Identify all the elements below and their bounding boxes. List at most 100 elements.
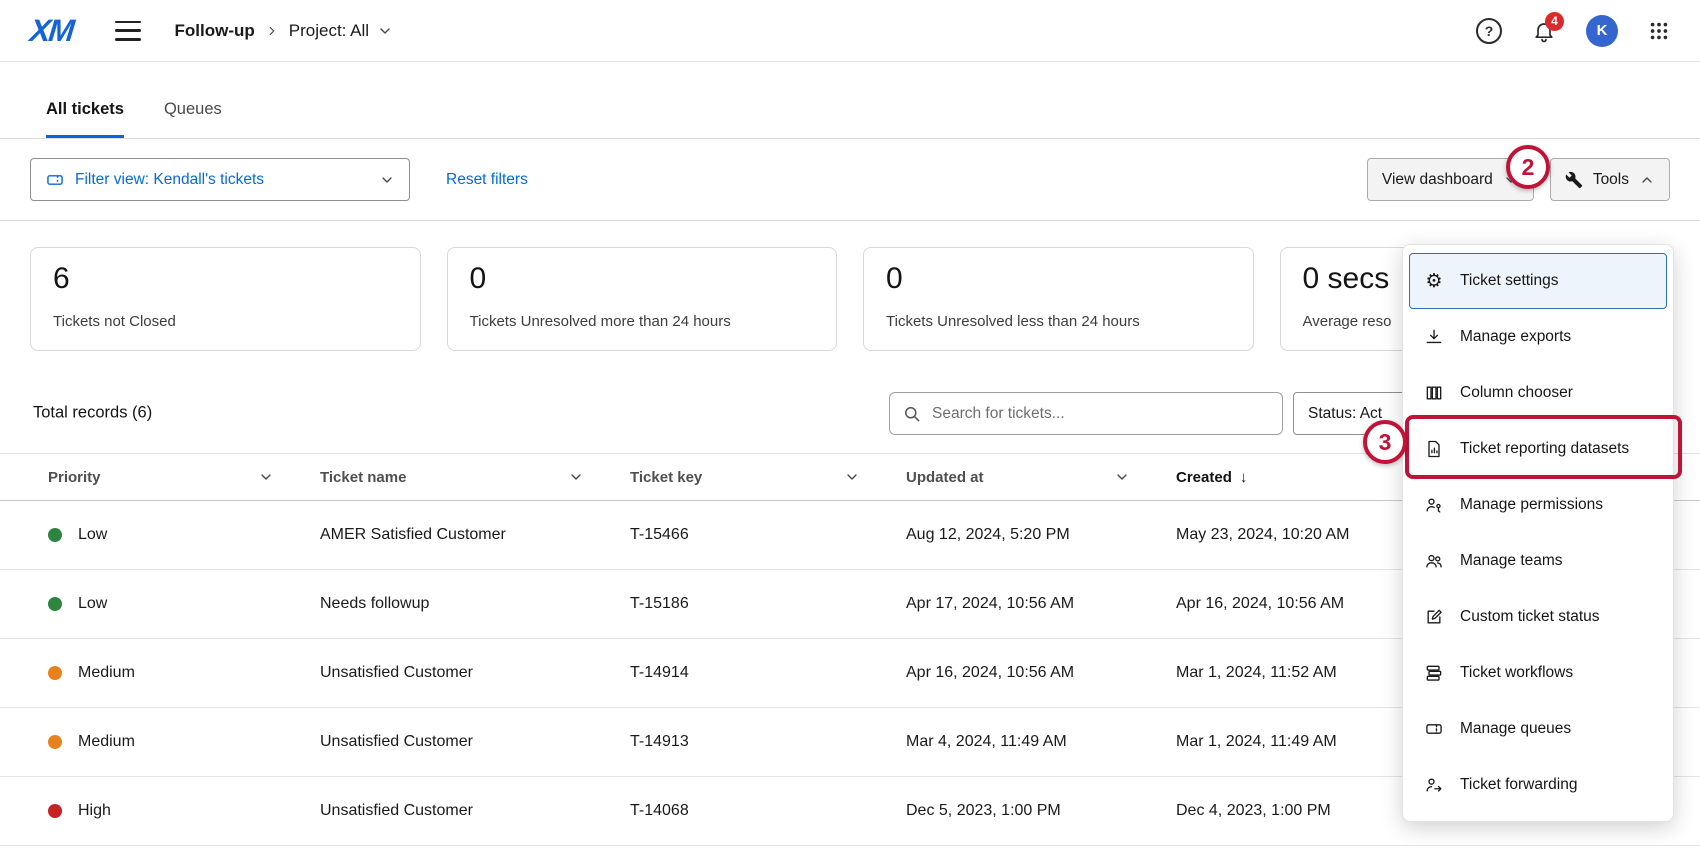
updated-at-cell: Dec 5, 2023, 1:00 PM [906, 802, 1176, 820]
menu-item-ticket-forwarding[interactable]: Ticket forwarding [1409, 757, 1667, 813]
menu-item-manage-queues[interactable]: Manage queues [1409, 701, 1667, 757]
chevron-down-icon [568, 469, 584, 485]
updated-at-cell: Apr 16, 2024, 10:56 AM [906, 664, 1176, 682]
ticket-key-cell: T-15186 [630, 595, 906, 613]
priority-cell: Medium [48, 664, 320, 682]
edit-icon [1422, 607, 1446, 627]
breadcrumb: Follow-up Project: All [175, 21, 394, 41]
menu-item-ticket-reporting-datasets[interactable]: Ticket reporting datasets [1409, 421, 1667, 477]
ticket-key-cell: T-15466 [630, 526, 906, 544]
ticket-icon [45, 170, 65, 190]
priority-label: High [78, 802, 111, 820]
xm-logo: XM [28, 13, 74, 49]
priority-dot [48, 528, 62, 542]
menu-item-manage-exports[interactable]: Manage exports [1409, 309, 1667, 365]
top-bar: XM Follow-up Project: All ? 4 [0, 0, 1700, 62]
stat-label: Tickets not Closed [53, 313, 398, 336]
updated-at-cell: Aug 12, 2024, 5:20 PM [906, 526, 1176, 544]
project-scope-dropdown[interactable]: Project: All [289, 21, 393, 41]
apps-grid-icon[interactable] [1648, 20, 1670, 42]
chevron-down-icon [377, 23, 393, 39]
menu-item-ticket-workflows[interactable]: Ticket workflows [1409, 645, 1667, 701]
reset-filters-link[interactable]: Reset filters [446, 171, 528, 189]
ticket-search [889, 392, 1283, 435]
priority-cell: High [48, 802, 320, 820]
chevron-down-icon [844, 469, 860, 485]
menu-item-column-chooser[interactable]: Column chooser [1409, 365, 1667, 421]
ticket-key-cell: T-14068 [630, 802, 906, 820]
column-header-updated-at[interactable]: Updated at [906, 469, 1176, 486]
tools-dropdown-menu: ⚙ Ticket settings Manage exports Column … [1402, 244, 1674, 822]
stat-label: Tickets Unresolved less than 24 hours [886, 313, 1231, 336]
priority-cell: Medium [48, 733, 320, 751]
priority-cell: Low [48, 526, 320, 544]
person-forward-icon [1422, 775, 1446, 795]
stat-card-unresolved-more-24h: 0 Tickets Unresolved more than 24 hours [447, 247, 838, 351]
menu-item-manage-teams[interactable]: Manage teams [1409, 533, 1667, 589]
columns-icon [1422, 383, 1446, 403]
menu-item-manage-permissions[interactable]: Manage permissions [1409, 477, 1667, 533]
view-dashboard-label: View dashboard [1382, 171, 1493, 189]
page: XM Follow-up Project: All ? 4 [0, 0, 1700, 850]
wrench-icon [1565, 171, 1583, 189]
tools-button[interactable]: Tools [1550, 158, 1670, 201]
tab-all-tickets[interactable]: All tickets [46, 100, 124, 138]
project-scope-label: Project: All [289, 21, 369, 41]
person-key-icon [1422, 495, 1446, 515]
priority-label: Medium [78, 733, 135, 751]
sort-descending-icon: ↓ [1240, 469, 1248, 486]
ticket-name-cell: Unsatisfied Customer [320, 733, 630, 751]
column-header-priority[interactable]: Priority [48, 469, 320, 486]
workflow-icon [1422, 663, 1446, 683]
annotation-step-2: 2 [1506, 145, 1550, 189]
priority-label: Low [78, 526, 107, 544]
breadcrumb-section[interactable]: Follow-up [175, 21, 255, 41]
gear-icon: ⚙ [1422, 272, 1446, 291]
ticket-name-cell: Unsatisfied Customer [320, 802, 630, 820]
column-header-ticket-name[interactable]: Ticket name [320, 469, 630, 486]
stat-value: 0 [470, 262, 815, 296]
total-records-label: Total records (6) [33, 404, 152, 423]
tab-queues[interactable]: Queues [164, 100, 222, 138]
tabs-bar: All tickets Queues [0, 62, 1700, 139]
menu-item-ticket-settings[interactable]: ⚙ Ticket settings [1409, 253, 1667, 309]
download-icon [1422, 327, 1446, 347]
stat-label: Tickets Unresolved more than 24 hours [470, 313, 815, 336]
priority-label: Low [78, 595, 107, 613]
priority-label: Medium [78, 664, 135, 682]
stat-value: 0 [886, 262, 1231, 296]
chevron-right-icon [265, 24, 279, 38]
avatar[interactable]: K [1586, 15, 1618, 47]
chevron-down-icon [258, 469, 274, 485]
chevron-down-icon [1114, 469, 1130, 485]
notifications-bell-icon[interactable]: 4 [1532, 19, 1556, 43]
priority-dot [48, 804, 62, 818]
stat-card-unresolved-less-24h: 0 Tickets Unresolved less than 24 hours [863, 247, 1254, 351]
chevron-down-icon [379, 172, 395, 188]
stat-card-not-closed: 6 Tickets not Closed [30, 247, 421, 351]
column-header-ticket-key[interactable]: Ticket key [630, 469, 906, 486]
filter-view-label: Filter view: Kendall's tickets [75, 171, 369, 189]
ticket-name-cell: AMER Satisfied Customer [320, 526, 630, 544]
ticket-icon [1422, 719, 1446, 739]
notification-badge: 4 [1545, 12, 1564, 31]
updated-at-cell: Apr 17, 2024, 10:56 AM [906, 595, 1176, 613]
annotation-step-3: 3 [1363, 420, 1407, 464]
stat-value: 6 [53, 262, 398, 296]
updated-at-cell: Mar 4, 2024, 11:49 AM [906, 733, 1176, 751]
priority-dot [48, 735, 62, 749]
ticket-key-cell: T-14913 [630, 733, 906, 751]
ticket-key-cell: T-14914 [630, 664, 906, 682]
ticket-name-cell: Unsatisfied Customer [320, 664, 630, 682]
priority-dot [48, 597, 62, 611]
menu-item-custom-ticket-status[interactable]: Custom ticket status [1409, 589, 1667, 645]
priority-cell: Low [48, 595, 320, 613]
chevron-up-icon [1639, 172, 1655, 188]
filter-bar: Filter view: Kendall's tickets Reset fil… [0, 139, 1700, 221]
report-dataset-icon [1422, 439, 1446, 459]
filter-view-dropdown[interactable]: Filter view: Kendall's tickets [30, 158, 410, 201]
help-icon[interactable]: ? [1476, 18, 1502, 44]
hamburger-menu-icon[interactable] [115, 21, 141, 41]
ticket-name-cell: Needs followup [320, 595, 630, 613]
search-input[interactable] [932, 405, 1270, 423]
